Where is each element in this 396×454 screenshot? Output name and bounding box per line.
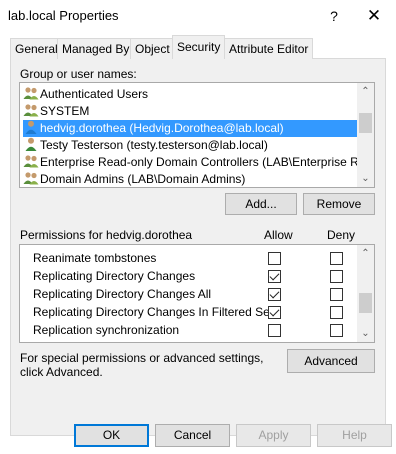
ok-button[interactable]: OK xyxy=(74,424,149,447)
allow-checkbox[interactable] xyxy=(268,270,281,283)
permissions-list: Reanimate tombstones Replicating Directo… xyxy=(19,244,375,343)
add-button[interactable]: Add... xyxy=(225,193,297,215)
allow-checkbox[interactable] xyxy=(268,324,281,337)
help-icon[interactable]: ? xyxy=(322,4,346,28)
scroll-down-icon[interactable]: ⌄ xyxy=(357,325,374,342)
deny-header: Deny xyxy=(327,228,356,242)
tab-attribute-editor[interactable]: Attribute Editor xyxy=(224,38,314,59)
tab-managed-by[interactable]: Managed By xyxy=(57,38,135,59)
cancel-button[interactable]: Cancel xyxy=(155,424,230,447)
scroll-thumb[interactable] xyxy=(359,113,372,133)
list-item[interactable]: SYSTEM xyxy=(23,103,359,120)
deny-checkbox[interactable] xyxy=(330,270,343,283)
scroll-up-icon[interactable]: ⌃ xyxy=(357,83,374,100)
permissions-scrollbar[interactable]: ⌃ ⌄ xyxy=(357,245,374,342)
group-icon xyxy=(23,172,39,185)
allow-checkbox[interactable] xyxy=(268,252,281,265)
list-item-selected[interactable]: hedvig.dorothea (Hedvig.Dorothea@lab.loc… xyxy=(23,120,359,137)
allow-header: Allow xyxy=(264,228,293,242)
group-icon xyxy=(23,104,39,117)
user-name: Authenticated Users xyxy=(40,87,149,101)
user-name: hedvig.dorothea (Hedvig.Dorothea@lab.loc… xyxy=(40,121,284,135)
help-button[interactable]: Help xyxy=(317,424,392,447)
permission-row: Reanimate tombstones xyxy=(33,249,156,267)
user-name: Domain Admins (LAB\Domain Admins) xyxy=(40,172,246,186)
user-icon xyxy=(25,120,37,134)
user-name: Testy Testerson (testy.testerson@lab.loc… xyxy=(40,138,268,152)
advanced-button[interactable]: Advanced xyxy=(287,349,375,373)
apply-button[interactable]: Apply xyxy=(236,424,311,447)
list-item[interactable]: Domain Admins (LAB\Domain Admins) xyxy=(23,171,359,187)
allow-checkbox[interactable] xyxy=(268,288,281,301)
permission-name: Replication synchronization xyxy=(33,323,180,337)
deny-checkbox[interactable] xyxy=(330,252,343,265)
scroll-thumb[interactable] xyxy=(359,293,372,313)
users-scrollbar[interactable]: ⌃ ⌄ xyxy=(357,83,374,187)
window-title: lab.local Properties xyxy=(8,8,119,23)
close-icon[interactable]: ✕ xyxy=(360,4,388,28)
permission-row: Replication synchronization xyxy=(33,321,179,339)
deny-checkbox[interactable] xyxy=(330,288,343,301)
advanced-text: For special permissions or advanced sett… xyxy=(20,351,264,379)
list-item[interactable]: Testy Testerson (testy.testerson@lab.loc… xyxy=(23,137,359,154)
user-icon xyxy=(25,137,37,151)
deny-checkbox[interactable] xyxy=(330,324,343,337)
permissions-for-label: Permissions for hedvig.dorothea xyxy=(20,228,193,242)
permission-row: Replicating Directory Changes In Filtere… xyxy=(33,303,273,321)
group-label: Group or user names: xyxy=(20,67,137,81)
scroll-down-icon[interactable]: ⌄ xyxy=(357,170,374,187)
permission-name: Reanimate tombstones xyxy=(33,251,157,265)
list-item[interactable]: Enterprise Read-only Domain Controllers … xyxy=(23,154,374,171)
user-name: SYSTEM xyxy=(40,104,90,118)
scroll-up-icon[interactable]: ⌃ xyxy=(357,245,374,262)
tab-security[interactable]: Security xyxy=(172,35,226,59)
group-icon xyxy=(23,155,39,168)
user-name: Enterprise Read-only Domain Controllers … xyxy=(40,155,375,169)
list-item[interactable]: Authenticated Users xyxy=(23,86,359,103)
permission-name: Replicating Directory Changes xyxy=(33,269,196,283)
tab-general[interactable]: General xyxy=(10,38,63,59)
permission-row: Replicating Directory Changes xyxy=(33,267,195,285)
tab-object[interactable]: Object xyxy=(130,38,175,59)
group-icon xyxy=(23,87,39,100)
users-listbox[interactable]: Authenticated Users SYSTEM hedvig.doroth… xyxy=(19,82,375,188)
allow-checkbox[interactable] xyxy=(268,306,281,319)
remove-button[interactable]: Remove xyxy=(303,193,375,215)
permission-row: Replicating Directory Changes All xyxy=(33,285,211,303)
permission-name: Replicating Directory Changes All xyxy=(33,287,212,301)
deny-checkbox[interactable] xyxy=(330,306,343,319)
permission-name: Replicating Directory Changes In Filtere… xyxy=(33,305,274,319)
